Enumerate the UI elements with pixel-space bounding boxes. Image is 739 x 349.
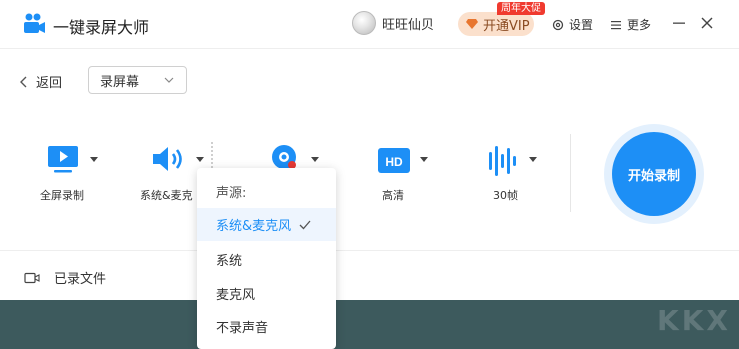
chevron-down-icon — [164, 77, 174, 83]
menu-item-system-mic[interactable]: 系统&麦克风 — [197, 208, 336, 241]
caret-down-icon[interactable] — [420, 157, 428, 162]
quality-tool[interactable]: HD 高清 — [377, 144, 437, 204]
app-logo-icon — [24, 13, 45, 33]
audio-label: 系统&麦克 — [140, 189, 193, 202]
settings-button[interactable]: 设置 — [552, 16, 593, 33]
fps-tool[interactable]: 30帧 — [488, 144, 548, 204]
diamond-icon — [466, 19, 478, 29]
avatar[interactable] — [352, 11, 376, 35]
menu-item-no-audio[interactable]: 不录声音 — [197, 310, 336, 343]
menu-item-mic[interactable]: 麦克风 — [197, 277, 336, 310]
video-file-icon — [24, 272, 40, 283]
fullscreen-tool[interactable]: 全屏录制 — [40, 144, 107, 204]
watermark: KKX — [657, 304, 731, 337]
vip-label: 开通VIP — [483, 18, 530, 34]
back-button[interactable]: 返回 — [20, 72, 62, 91]
user-profile[interactable]: 旺旺仙贝 — [352, 11, 434, 35]
mode-select[interactable]: 录屏幕 — [88, 66, 187, 94]
gear-icon — [552, 19, 564, 30]
svg-text:HD: HD — [385, 155, 403, 169]
recorded-files-label: 已录文件 — [54, 272, 107, 287]
screen-icon — [48, 146, 78, 173]
menu-item-label: 系统 — [216, 254, 243, 269]
more-button[interactable]: 更多 — [610, 16, 651, 33]
app-title: 一键录屏大师 — [53, 18, 150, 37]
menu-item-label: 系统&麦克风 — [216, 219, 292, 234]
audio-source-menu: 声源: 系统&麦克风 系统 麦克风 不录声音 — [197, 168, 336, 349]
header-divider — [0, 48, 739, 49]
start-record-button[interactable]: 开始录制 — [612, 132, 696, 216]
menu-item-label: 不录声音 — [216, 321, 269, 336]
back-label: 返回 — [36, 76, 63, 91]
check-icon — [299, 220, 311, 229]
menu-header: 声源: — [216, 186, 247, 201]
mode-select-value: 录屏幕 — [100, 74, 140, 90]
recorded-files-link[interactable]: 已录文件 — [24, 268, 106, 287]
menu-item-system[interactable]: 系统 — [197, 243, 336, 276]
caret-down-icon[interactable] — [196, 157, 204, 162]
caret-down-icon[interactable] — [529, 157, 537, 162]
fps-label: 30帧 — [493, 189, 518, 202]
vip-promo-badge: 周年大促 — [497, 2, 545, 15]
title-bar: 一键录屏大师 旺旺仙贝 开通VIP 周年大促 设置 更多 — [0, 0, 739, 48]
user-name[interactable]: 旺旺仙贝 — [382, 14, 434, 33]
caret-down-icon[interactable] — [90, 157, 98, 162]
close-icon[interactable] — [700, 16, 714, 30]
minimize-icon[interactable] — [672, 16, 686, 30]
vip-button[interactable]: 开通VIP — [458, 12, 534, 36]
chevron-left-icon — [20, 76, 27, 87]
quality-label: 高清 — [382, 189, 404, 202]
speaker-icon — [153, 147, 182, 171]
hd-icon: HD — [378, 148, 410, 173]
menu-icon — [611, 20, 621, 29]
more-label: 更多 — [627, 18, 652, 32]
section-divider — [0, 250, 739, 251]
settings-label: 设置 — [569, 18, 594, 32]
fullscreen-label: 全屏录制 — [40, 189, 84, 202]
caret-down-icon[interactable] — [311, 157, 319, 162]
waveform-icon — [489, 146, 516, 176]
tool-separator — [211, 142, 213, 168]
menu-item-label: 麦克风 — [216, 288, 256, 303]
bottom-panel: KKX — [0, 300, 739, 349]
vertical-divider — [570, 134, 571, 212]
